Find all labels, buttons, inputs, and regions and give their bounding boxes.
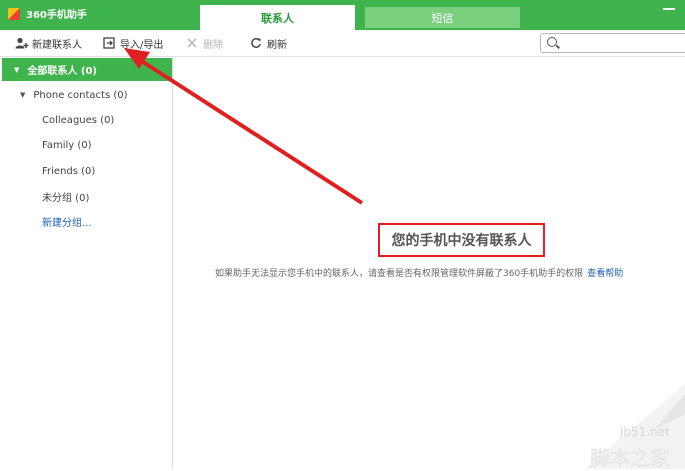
watermark-name: 脚本之家 — [590, 446, 670, 470]
watermark-site: jb51.net — [620, 425, 670, 439]
annotation-arrow — [124, 48, 364, 205]
